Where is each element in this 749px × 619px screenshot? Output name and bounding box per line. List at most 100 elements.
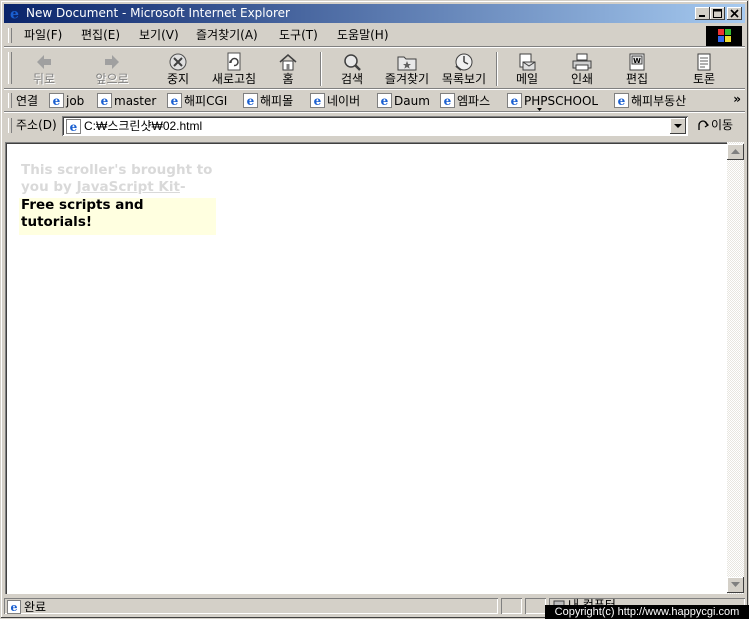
stop-label: 중지: [166, 72, 190, 86]
toolbar-grip[interactable]: [8, 52, 12, 84]
link-happycgi[interactable]: e 해피CGI: [167, 93, 227, 109]
windows-flag-icon: [718, 29, 731, 42]
window-title: New Document - Microsoft Internet Explor…: [26, 6, 290, 20]
vertical-scrollbar[interactable]: [727, 142, 744, 594]
mail-label: 메일: [515, 72, 539, 86]
link-happymall[interactable]: e 해피몰: [243, 93, 293, 109]
link-master-label: master: [114, 94, 157, 108]
address-field[interactable]: e: [62, 116, 688, 136]
link-happycgi-label: 해피CGI: [184, 94, 228, 108]
search-label: 검색: [340, 72, 364, 86]
page-content[interactable]: This scroller's brought to you by JavaSc…: [5, 142, 727, 594]
home-button[interactable]: 홈: [260, 50, 316, 88]
svg-text:e: e: [314, 94, 322, 108]
title-bar[interactable]: e New Document - Microsoft Internet Expl…: [4, 4, 745, 23]
refresh-button[interactable]: 새로고침: [206, 50, 262, 88]
edit-button[interactable]: W 편집: [609, 50, 665, 88]
link-naver-label: 네이버: [327, 94, 361, 108]
svg-text:e: e: [53, 94, 61, 108]
toolbar-separator: [320, 52, 322, 86]
link-job[interactable]: e job: [49, 93, 84, 109]
status-panel-3: [525, 598, 546, 614]
svg-text:e: e: [381, 94, 389, 108]
link-happy-realestate-label: 해피부동산: [631, 94, 687, 108]
ie-page-icon: e: [377, 93, 392, 108]
ie-page-icon: e: [243, 93, 258, 108]
menu-view[interactable]: 보기(V): [139, 28, 179, 42]
close-button[interactable]: [727, 7, 742, 20]
link-daum[interactable]: e Daum: [377, 93, 430, 109]
history-button[interactable]: 목록보기: [436, 50, 492, 88]
menu-tools[interactable]: 도구(T): [279, 28, 318, 42]
link-empas-label: 엠파스: [457, 94, 491, 108]
favorites-button[interactable]: 즐겨찾기: [379, 50, 435, 88]
mail-icon: [519, 53, 536, 71]
discuss-button[interactable]: 토론: [676, 50, 732, 88]
browser-window: e New Document - Microsoft Internet Expl…: [0, 0, 749, 619]
links-grip[interactable]: [8, 93, 12, 108]
link-empas[interactable]: e 엠파스: [440, 93, 490, 109]
minimize-icon: [699, 15, 705, 17]
home-label: 홈: [282, 72, 294, 86]
ie-page-icon: e: [310, 93, 325, 108]
back-button[interactable]: 뒤로: [16, 50, 72, 88]
links-more-chevron-icon[interactable]: »: [733, 92, 741, 106]
maximize-button[interactable]: [710, 7, 725, 20]
address-dropdown-button[interactable]: [670, 118, 686, 134]
forward-arrow-icon: [105, 55, 119, 69]
svg-text:e: e: [618, 94, 626, 108]
status-text: 완료: [24, 600, 47, 614]
chevron-down-icon: [674, 124, 682, 128]
address-input[interactable]: [84, 118, 664, 134]
address-bar: 주소(D) e 이동: [4, 114, 745, 138]
go-button[interactable]: 이동: [696, 117, 733, 133]
svg-text:e: e: [247, 94, 255, 108]
word-edit-icon: W: [629, 53, 645, 71]
print-button[interactable]: 인쇄: [554, 50, 610, 88]
link-happymall-label: 해피몰: [260, 94, 294, 108]
menu-edit[interactable]: 편집(E): [81, 28, 120, 42]
ie-page-icon: e: [614, 93, 629, 108]
mail-button[interactable]: 메일: [499, 50, 555, 88]
link-daum-label: Daum: [394, 94, 430, 108]
javascript-kit-link[interactable]: JavaScript Kit: [77, 179, 180, 195]
menu-file[interactable]: 파일(F): [24, 28, 62, 42]
scroll-down-button[interactable]: [727, 577, 744, 593]
minimize-button[interactable]: [695, 7, 710, 20]
favorites-label: 즐겨찾기: [384, 72, 430, 86]
menu-favorites[interactable]: 즐겨찾기(A): [196, 28, 258, 42]
home-icon: [279, 54, 297, 71]
menu-help[interactable]: 도움말(H): [337, 28, 389, 42]
link-phpschool-label: PHPSCHOOL: [524, 94, 599, 108]
link-job-label: job: [66, 94, 85, 108]
page-icon: e: [66, 119, 81, 134]
stop-button[interactable]: 중지: [150, 50, 206, 88]
svg-text:W: W: [633, 57, 641, 65]
menu-grip[interactable]: [8, 28, 12, 43]
link-naver[interactable]: e 네이버: [310, 93, 360, 109]
edit-label: 편집: [625, 72, 649, 86]
search-button[interactable]: 검색: [324, 50, 380, 88]
address-grip[interactable]: [8, 118, 12, 133]
maximize-icon: [713, 9, 722, 18]
ie-page-icon: e: [507, 93, 522, 108]
svg-text:e: e: [171, 94, 179, 108]
favorites-folder-icon: [397, 56, 417, 71]
ie-page-icon: e: [49, 93, 64, 108]
links-label: 연결: [16, 94, 39, 108]
link-happy-realestate[interactable]: e 해피부동산: [614, 93, 686, 109]
links-separator: [4, 111, 745, 113]
refresh-label: 새로고침: [211, 72, 257, 86]
history-label: 목록보기: [441, 72, 487, 86]
link-phpschool[interactable]: e PHPSCHOOL: [507, 93, 598, 109]
status-panel-2: [501, 598, 522, 614]
forward-button[interactable]: 앞으로: [84, 50, 140, 88]
scroll-up-arrow-icon: [731, 149, 740, 154]
svg-text:e: e: [11, 601, 18, 614]
back-label: 뒤로: [32, 72, 56, 86]
refresh-icon: [227, 52, 241, 71]
close-icon: [730, 9, 739, 18]
address-label: 주소(D): [16, 118, 57, 132]
scroll-up-button[interactable]: [727, 144, 744, 160]
link-master[interactable]: e master: [97, 93, 156, 109]
